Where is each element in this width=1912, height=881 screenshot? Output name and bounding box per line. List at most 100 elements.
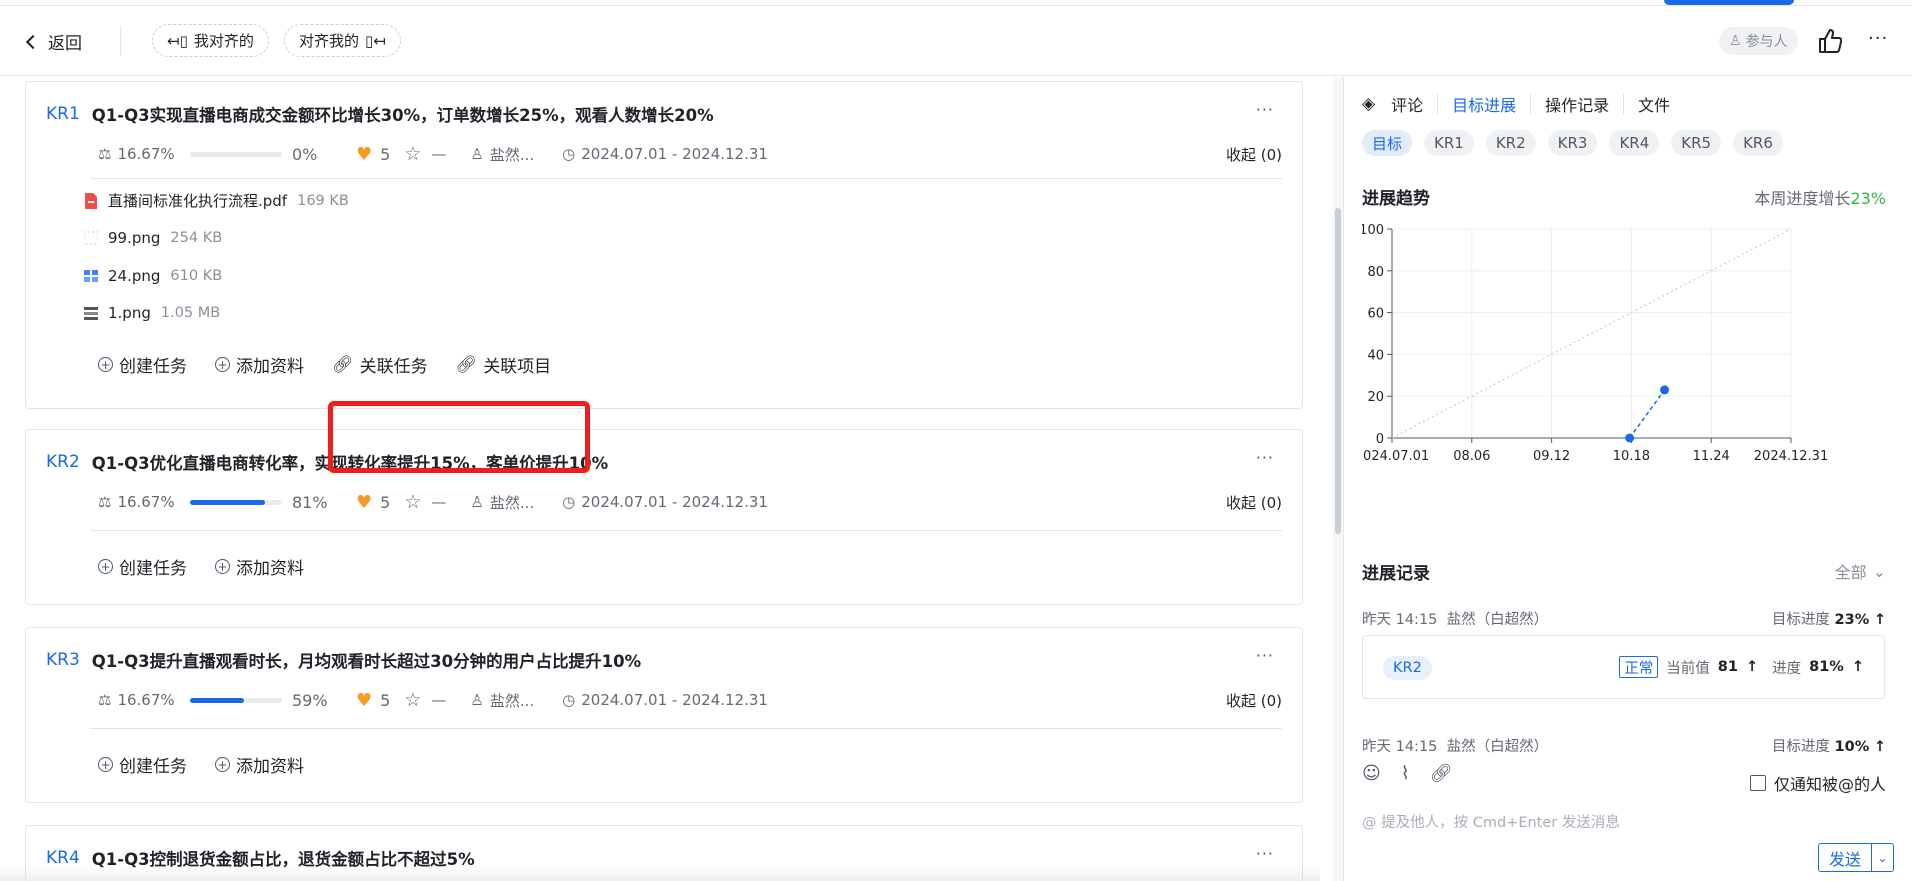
link-project-button[interactable]: 🔗︎ 关联项目 — [455, 352, 552, 378]
kr-card: KR1 Q1-Q3实现直播电商成交金额环比增长30%，订单数增长25%，观看人数… — [25, 81, 1303, 409]
add-material-button[interactable]: + 添加资料 — [215, 752, 304, 777]
send-button[interactable]: 发送 — [1817, 843, 1872, 872]
add-material-label: 添加资料 — [236, 559, 304, 579]
chip-goal[interactable]: 目标 — [1362, 130, 1413, 156]
tab-comments[interactable]: 评论 — [1377, 92, 1437, 116]
clock-icon: ◷ — [562, 691, 576, 709]
chip-kr1[interactable]: KR1 — [1424, 130, 1474, 156]
kr-more-button[interactable]: ··· — [1256, 844, 1274, 863]
create-task-button[interactable]: + 创建任务 — [98, 554, 187, 579]
collapse-button[interactable]: 收起 (0) — [1226, 690, 1282, 711]
link-task-button[interactable]: 🔗︎ 关联任务 — [332, 352, 428, 378]
comment-input[interactable]: @ 提及他人，按 Cmd+Enter 发送消息 — [1362, 811, 1620, 832]
x-tick-label: 2024.07.01 — [1362, 449, 1429, 464]
file-name: 99.png — [108, 229, 161, 248]
progress-fill — [190, 697, 245, 703]
add-material-button[interactable]: + 添加资料 — [215, 554, 304, 579]
link-icon: 🔗︎ — [455, 354, 478, 375]
chip-kr4[interactable]: KR4 — [1609, 130, 1660, 156]
file-item[interactable]: 1.png 1.05 MB — [84, 295, 349, 333]
tab-operation-log[interactable]: 操作记录 — [1531, 92, 1623, 116]
plus-circle-icon: + — [98, 757, 113, 772]
top-accent-bar — [1664, 0, 1794, 5]
file-item[interactable]: 99.png 254 KB — [84, 220, 349, 258]
send-control: 发送 ⌄ — [1817, 843, 1894, 872]
kr-title[interactable]: Q1-Q3提升直播观看时长，月均观看时长超过30分钟的用户占比提升10% — [92, 648, 641, 672]
record-card: KR2 正常 当前值 81 ↑ 进度 81% ↑ — [1362, 635, 1885, 699]
chip-kr2[interactable]: KR2 — [1485, 130, 1536, 156]
file-size: 169 KB — [297, 192, 349, 209]
send-options-dropdown[interactable]: ⌄ — [1872, 843, 1894, 872]
kr-more-button[interactable]: ··· — [1256, 100, 1274, 119]
collapse-button[interactable]: 收起 (0) — [1226, 492, 1282, 513]
kr-weight: ⚖ 16.67% — [98, 691, 190, 709]
kr-tag: KR3 — [46, 650, 80, 670]
kr-more-button[interactable]: ··· — [1256, 646, 1274, 665]
add-material-button[interactable]: + 添加资料 — [215, 352, 304, 377]
kr-title[interactable]: Q1-Q3实现直播电商成交金额环比增长30%，订单数增长25%，观看人数增长20… — [92, 102, 714, 126]
record-line: 昨天 14:15 盐然（白超然） 目标进度 10% ↑ — [1362, 735, 1886, 756]
kr-tag: KR4 — [46, 848, 80, 868]
person-icon: ♙ — [470, 691, 484, 709]
emoji-icon[interactable]: ☺ — [1362, 763, 1381, 784]
aligned-to-me-button[interactable]: 对齐我的 ▯↤ — [284, 24, 401, 57]
owner[interactable]: ♙ 盐然... — [470, 492, 534, 513]
add-material-label: 添加资料 — [236, 757, 304, 777]
pdf-file-icon — [85, 192, 97, 209]
records-filter-dropdown[interactable]: 全部 ⌄ — [1835, 559, 1886, 583]
chip-kr3[interactable]: KR3 — [1547, 130, 1598, 156]
file-item[interactable]: 24.png 610 KB — [84, 257, 349, 295]
star-icon[interactable]: ☆ — [404, 689, 421, 711]
reference-line — [1391, 228, 1792, 439]
date-range[interactable]: ◷ 2024.07.01 - 2024.12.31 — [562, 691, 768, 709]
record-target-label: 目标进度 — [1771, 612, 1830, 628]
arrow-up-icon: ↑ — [1745, 659, 1759, 675]
align-mine-button[interactable]: ↤▯ 我对齐的 — [152, 24, 269, 57]
star-icon[interactable]: ☆ — [404, 491, 421, 513]
create-task-button[interactable]: + 创建任务 — [98, 352, 187, 377]
heart-icon[interactable]: ♥ — [356, 492, 372, 513]
create-task-label: 创建任务 — [119, 559, 187, 579]
owner-name: 盐然... — [489, 145, 535, 164]
heart-icon[interactable]: ♥ — [356, 144, 372, 165]
record-progress-value: 81% — [1809, 659, 1844, 675]
scrollbar-thumb[interactable] — [1335, 208, 1341, 534]
kr-more-button[interactable]: ··· — [1256, 448, 1274, 467]
tab-files[interactable]: 文件 — [1624, 92, 1684, 116]
comment-toolbar: ☺ ⌇ 🔗︎ — [1362, 763, 1452, 784]
owner[interactable]: ♙ 盐然... — [470, 144, 534, 165]
thumbs-up-icon[interactable] — [1818, 28, 1842, 54]
x-tick-label: 10.18 — [1613, 449, 1650, 464]
date-range[interactable]: ◷ 2024.07.01 - 2024.12.31 — [562, 493, 768, 511]
tab-goal-progress[interactable]: 目标进展 — [1438, 92, 1530, 116]
image-file-icon — [84, 307, 98, 321]
heart-icon[interactable]: ♥ — [356, 690, 372, 711]
owner-name: 盐然... — [489, 691, 535, 710]
kr-divider — [90, 530, 1282, 531]
star-icon[interactable]: ☆ — [404, 143, 421, 165]
weight-value: 16.67% — [117, 691, 175, 709]
collapse-button[interactable]: 收起 (0) — [1226, 144, 1282, 165]
kr-divider — [90, 178, 1282, 179]
bottom-fade — [0, 866, 1320, 881]
notify-mentioned-only[interactable]: 仅通知被@的人 — [1749, 771, 1886, 795]
back-button[interactable]: 返回 — [25, 29, 82, 54]
participants-button[interactable]: ♙ 参与人 — [1719, 27, 1798, 55]
attachment-icon[interactable]: ⌇ — [1401, 763, 1410, 784]
more-menu-button[interactable]: ··· — [1868, 28, 1888, 49]
notify-checkbox[interactable] — [1749, 775, 1766, 791]
link-icon[interactable]: 🔗︎ — [1430, 763, 1453, 784]
create-task-button[interactable]: + 创建任务 — [98, 752, 187, 777]
kr-list: KR1 Q1-Q3实现直播电商成交金额环比增长30%，订单数增长25%，观看人数… — [0, 77, 1320, 881]
progress-fill — [190, 499, 265, 505]
y-tick-label: 60 — [1367, 307, 1384, 322]
file-name: 1.png — [108, 304, 151, 323]
kr-filter-chips: 目标 KR1 KR2 KR3 KR4 KR5 KR6 — [1362, 130, 1783, 156]
file-item[interactable]: 直播间标准化执行流程.pdf 169 KB — [84, 182, 349, 220]
chip-kr5[interactable]: KR5 — [1671, 130, 1722, 156]
owner[interactable]: ♙ 盐然... — [470, 690, 534, 711]
record-kr-chip[interactable]: KR2 — [1383, 656, 1432, 680]
progress-line — [1629, 389, 1666, 439]
date-range[interactable]: ◷ 2024.07.01 - 2024.12.31 — [562, 145, 768, 163]
chip-kr6[interactable]: KR6 — [1733, 130, 1783, 156]
